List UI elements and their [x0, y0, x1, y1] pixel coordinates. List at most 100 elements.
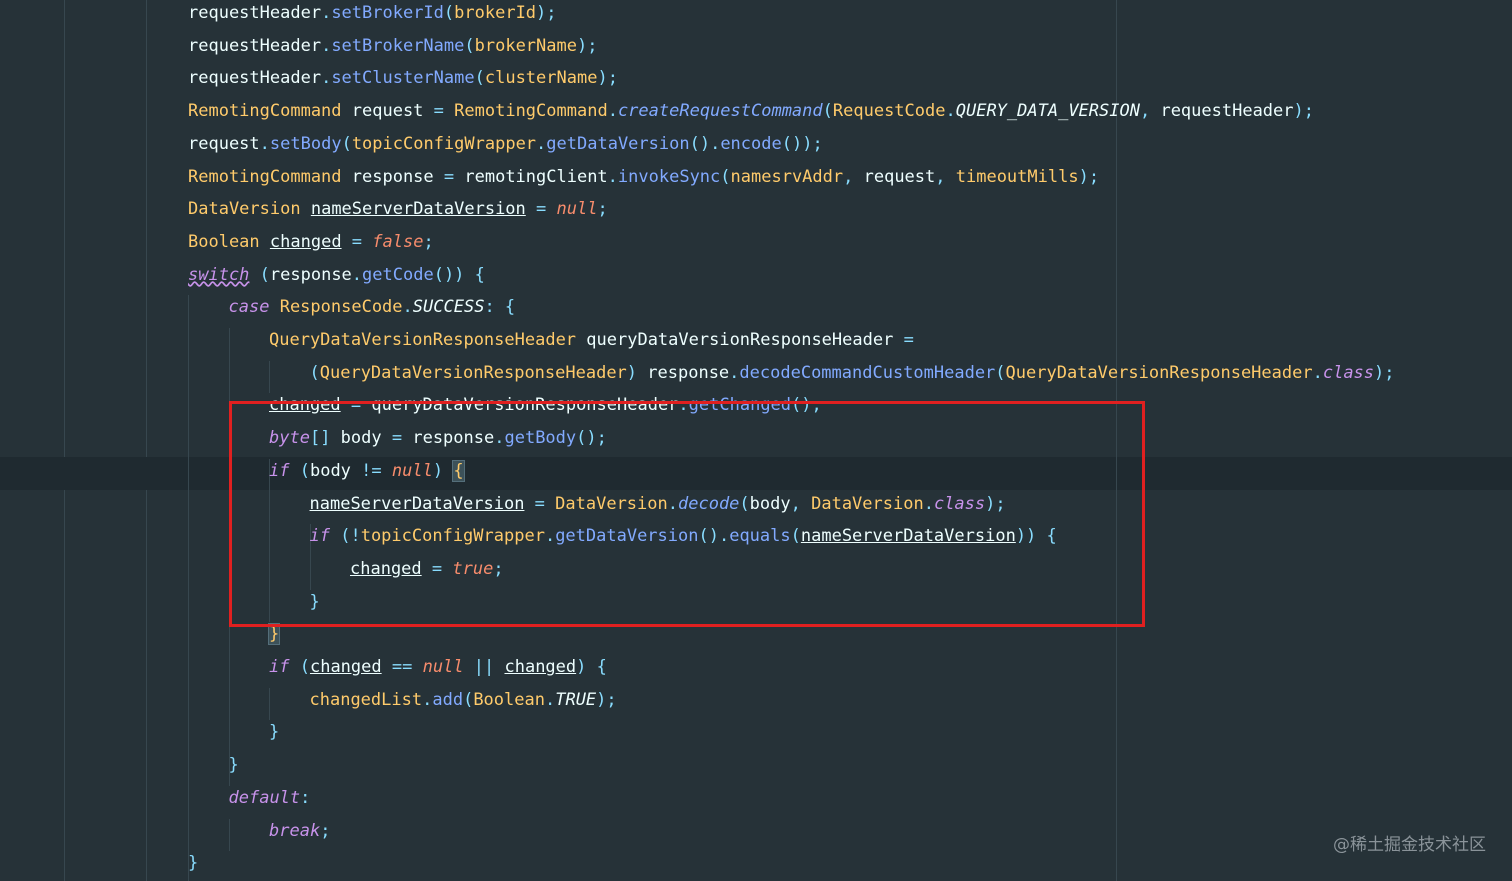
- code-token: );: [536, 3, 557, 23]
- code-token: setClusterName: [331, 68, 475, 89]
- code-token: SUCCESS: [412, 297, 485, 318]
- code-line[interactable]: }: [188, 847, 198, 880]
- code-token: DataVersion: [188, 199, 301, 220]
- code-token: (!: [329, 526, 361, 547]
- code-token: getCode: [362, 264, 434, 285]
- code-token: []: [309, 428, 341, 449]
- code-token: requestHeader: [188, 68, 322, 89]
- code-token: RemotingCommand: [454, 101, 608, 122]
- code-token: setBrokerName: [331, 35, 465, 56]
- code-token: ResponseCode: [279, 297, 403, 318]
- code-line[interactable]: }: [229, 749, 239, 782]
- code-token: encode: [720, 133, 782, 154]
- code-token: request: [341, 101, 434, 122]
- code-token: .: [321, 3, 332, 23]
- code-token: .: [544, 689, 556, 710]
- code-token: ().: [698, 526, 730, 547]
- code-line[interactable]: }: [310, 586, 320, 619]
- code-token: invokeSync: [617, 166, 721, 187]
- code-line[interactable]: break;: [269, 815, 330, 848]
- code-token: changed: [309, 657, 382, 677]
- code-token: ): [432, 460, 454, 481]
- code-token: response: [341, 166, 444, 187]
- code-token: request: [863, 166, 936, 187]
- code-token: ,: [790, 493, 812, 514]
- code-token: (: [289, 460, 310, 481]
- code-editor[interactable]: requestHeader.setBrokerId(brokerId); requ…: [0, 0, 1512, 881]
- code-token: .: [667, 493, 678, 514]
- code-line[interactable]: changed = true;: [350, 553, 504, 586]
- code-token: byte: [269, 428, 310, 449]
- code-line[interactable]: DataVersion nameServerDataVersion = null…: [188, 193, 608, 226]
- code-line[interactable]: case ResponseCode.SUCCESS: {: [229, 291, 516, 324]
- code-line[interactable]: if (changed == null || changed) {: [269, 651, 607, 684]
- code-line[interactable]: switch (response.getCode()) {: [188, 259, 485, 292]
- code-token: queryDataVersionResponseHeader: [576, 330, 904, 350]
- code-line[interactable]: changedList.add(Boolean.TRUE);: [310, 684, 617, 717]
- code-line[interactable]: requestHeader.setClusterName(clusterName…: [188, 62, 618, 95]
- code-token: .: [544, 526, 556, 547]
- code-token: QueryDataVersionResponseHeader: [1005, 362, 1313, 383]
- code-token: ,: [1139, 101, 1161, 122]
- code-token: =: [340, 395, 372, 416]
- code-token: );: [597, 68, 618, 89]
- code-token: null: [422, 657, 464, 677]
- code-token: DataVersion: [555, 493, 668, 514]
- code-line[interactable]: requestHeader.setBrokerName(brokerName);: [188, 30, 597, 63]
- code-line[interactable]: if (body != null) {: [269, 455, 465, 488]
- code-token: RemotingCommand: [188, 166, 342, 187]
- code-token: =: [341, 231, 373, 252]
- code-token: topicConfigWrapper: [351, 133, 537, 154]
- code-token: :: [300, 787, 311, 808]
- code-token: changed: [350, 558, 422, 579]
- code-token: remotingClient: [454, 166, 608, 187]
- code-line[interactable]: RemotingCommand response = remotingClien…: [188, 161, 1099, 194]
- code-token: (: [289, 657, 310, 677]
- right-margin-guide: [1116, 0, 1117, 881]
- code-token: class: [933, 493, 986, 514]
- code-token: (: [463, 689, 474, 710]
- code-line[interactable]: }: [269, 716, 279, 749]
- code-token: RemotingCommand: [188, 101, 342, 122]
- code-token: ;: [493, 558, 504, 579]
- code-token: )) {: [1015, 526, 1057, 547]
- code-token: changed: [269, 395, 341, 416]
- code-token: =: [433, 101, 444, 122]
- code-token: .: [945, 101, 956, 122]
- code-token: .: [607, 101, 618, 122]
- code-line[interactable]: byte[] body = response.getBody();: [269, 422, 607, 455]
- code-token: (: [309, 362, 320, 383]
- code-line[interactable]: nameServerDataVersion = DataVersion.deco…: [310, 488, 1006, 521]
- code-token: TRUE: [555, 689, 597, 710]
- code-token: response: [402, 428, 495, 449]
- code-line[interactable]: requestHeader.setBrokerId(brokerId);: [188, 0, 557, 30]
- code-line[interactable]: changed = queryDataVersionResponseHeader…: [269, 389, 822, 422]
- code-token: null: [391, 460, 433, 481]
- code-token: namesrvAddr: [730, 166, 844, 187]
- code-token: .: [494, 428, 505, 449]
- code-token: requestHeader: [188, 35, 322, 56]
- code-line[interactable]: QueryDataVersionResponseHeader queryData…: [269, 324, 914, 357]
- code-token: equals: [729, 526, 791, 547]
- code-line[interactable]: RemotingCommand request = RemotingComman…: [188, 95, 1314, 128]
- code-token: =: [903, 330, 914, 350]
- code-line[interactable]: request.setBody(topicConfigWrapper.getDa…: [188, 128, 823, 161]
- code-token: QUERY_DATA_VERSION: [955, 101, 1140, 122]
- code-token: .: [607, 166, 618, 187]
- code-token: nameServerDataVersion: [309, 493, 525, 514]
- code-line[interactable]: (QueryDataVersionResponseHeader) respons…: [310, 357, 1395, 390]
- code-token: ;: [597, 199, 608, 220]
- code-line[interactable]: }: [267, 618, 281, 651]
- code-token: .: [678, 395, 689, 416]
- code-token: Boolean: [188, 231, 260, 252]
- code-line[interactable]: if (!topicConfigWrapper.getDataVersion()…: [310, 520, 1057, 553]
- code-token: }: [188, 853, 199, 874]
- code-token: request: [188, 133, 260, 154]
- code-line[interactable]: Boolean changed = false;: [188, 226, 434, 259]
- code-token: getDataVersion: [555, 526, 699, 547]
- code-token: break: [269, 820, 321, 841]
- code-token: }: [269, 722, 280, 743]
- code-line[interactable]: default:: [229, 782, 311, 815]
